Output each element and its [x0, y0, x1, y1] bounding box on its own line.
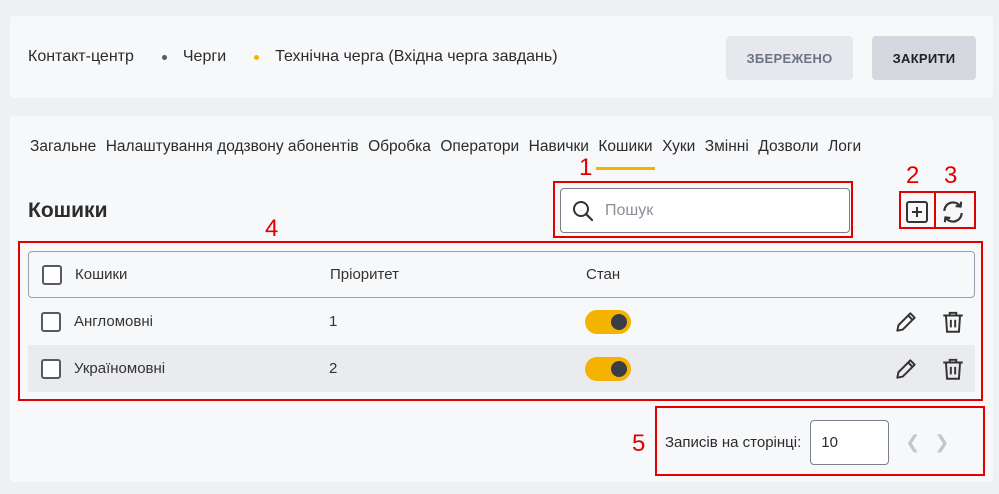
- column-header-name[interactable]: Кошики: [75, 266, 127, 283]
- buckets-table: Кошики Пріоритет Стан Англомовні 1 Украї…: [28, 251, 975, 392]
- annotation-label-1: 1: [579, 154, 593, 181]
- pencil-icon: [896, 359, 916, 379]
- search-input[interactable]: [605, 201, 825, 220]
- annotation-label-2: 2: [906, 162, 920, 189]
- tab-operators[interactable]: Оператори: [440, 138, 519, 170]
- state-toggle[interactable]: [585, 310, 631, 334]
- breadcrumb-separator-dot: [254, 54, 260, 60]
- edit-button[interactable]: [893, 356, 919, 386]
- trash-icon: [943, 311, 963, 333]
- breadcrumb-item-current: Технічна черга (Вхідна черга завдань): [275, 48, 558, 65]
- next-page-icon[interactable]: ❯: [934, 432, 949, 453]
- tab-processing[interactable]: Обробка: [368, 138, 431, 170]
- page-size-select[interactable]: 10: [810, 420, 890, 465]
- tab-buckets[interactable]: Кошики: [596, 138, 655, 170]
- table-row: Україномовні 2: [28, 345, 975, 392]
- breadcrumb-separator-dot: [161, 54, 167, 60]
- search-icon: [573, 200, 594, 221]
- header-bar: Контакт-центр Черги Технічна черга (Вхід…: [10, 16, 993, 98]
- page-size-label: Записів на сторінці:: [665, 434, 802, 451]
- tab-bar: Загальне Налаштування додзвону абонентів…: [30, 138, 871, 170]
- table-row: Англомовні 1: [28, 298, 975, 345]
- trash-icon: [943, 358, 963, 380]
- pencil-icon: [896, 312, 916, 332]
- close-button[interactable]: ЗАКРИТИ: [872, 36, 976, 80]
- search-field[interactable]: [560, 188, 850, 233]
- section-title: Кошики: [28, 199, 108, 222]
- table-header: Кошики Пріоритет Стан: [28, 251, 975, 298]
- plus-square-icon: [906, 201, 928, 223]
- toggle-knob: [611, 314, 627, 330]
- add-button[interactable]: [903, 198, 931, 226]
- row-name: Англомовні: [74, 313, 153, 330]
- tab-logs[interactable]: Логи: [828, 138, 861, 170]
- annotation-label-3: 3: [944, 162, 958, 189]
- tab-dial-settings[interactable]: Налаштування додзвону абонентів: [106, 138, 359, 170]
- pagination: Записів на сторінці: 10 ❮ ❯: [665, 420, 949, 465]
- saved-button[interactable]: ЗБЕРЕЖЕНО: [726, 36, 853, 80]
- tab-variables[interactable]: Змінні: [705, 138, 749, 170]
- row-priority: 2: [329, 360, 338, 377]
- row-checkbox[interactable]: [41, 311, 61, 332]
- row-checkbox[interactable]: [41, 358, 61, 379]
- row-priority: 1: [329, 313, 338, 330]
- breadcrumb: Контакт-центр Черги Технічна черга (Вхід…: [28, 48, 558, 66]
- column-header-priority[interactable]: Пріоритет: [330, 266, 399, 283]
- breadcrumb-item-contact-center[interactable]: Контакт-центр: [28, 48, 134, 66]
- prev-page-icon[interactable]: ❮: [905, 432, 920, 453]
- delete-button[interactable]: [940, 356, 966, 386]
- edit-button[interactable]: [893, 309, 919, 339]
- select-all-checkbox[interactable]: [42, 264, 62, 285]
- tab-hooks[interactable]: Хуки: [662, 138, 695, 170]
- delete-button[interactable]: [940, 309, 966, 339]
- toggle-knob: [611, 361, 627, 377]
- row-name: Україномовні: [74, 360, 166, 377]
- refresh-button[interactable]: [939, 198, 967, 226]
- column-header-state[interactable]: Стан: [586, 266, 620, 283]
- main-panel: Загальне Налаштування додзвону абонентів…: [10, 116, 993, 482]
- annotation-label-5: 5: [632, 430, 646, 457]
- breadcrumb-item-queues[interactable]: Черги: [183, 48, 226, 66]
- tab-permissions[interactable]: Дозволи: [758, 138, 818, 170]
- refresh-icon: [943, 201, 963, 223]
- state-toggle[interactable]: [585, 357, 631, 381]
- tab-general[interactable]: Загальне: [30, 138, 96, 170]
- annotation-label-4: 4: [265, 215, 279, 242]
